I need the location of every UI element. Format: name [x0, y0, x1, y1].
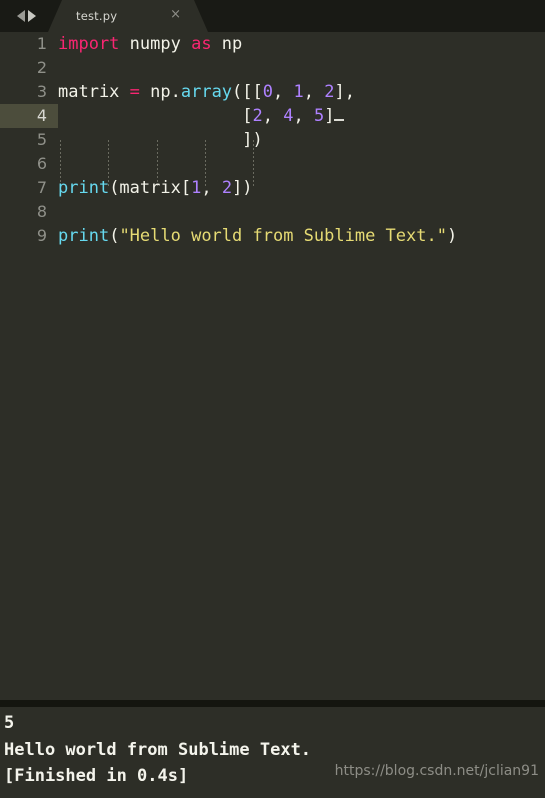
tab-bar: test.py ×: [0, 0, 545, 32]
code-line-1[interactable]: 1 import numpy as np: [0, 32, 545, 56]
line-content: ]): [58, 130, 263, 150]
line-content: import numpy as np: [58, 34, 243, 54]
line-content: matrix = np.array([[0, 1, 2],: [58, 82, 355, 102]
line-number: 6: [36, 154, 47, 173]
code-line-8[interactable]: 8: [0, 200, 545, 224]
line-number: 8: [36, 202, 47, 221]
code-line-5[interactable]: 5 ]): [0, 128, 545, 152]
code-line-2[interactable]: 2: [0, 56, 545, 80]
code-lines[interactable]: 1 import numpy as np 2 3 matrix = np.arr…: [0, 32, 545, 248]
code-line-6[interactable]: 6: [0, 152, 545, 176]
code-line-7[interactable]: 7 print(matrix[1, 2]): [0, 176, 545, 200]
code-line-3[interactable]: 3 matrix = np.array([[0, 1, 2],: [0, 80, 545, 104]
text-cursor: [334, 104, 345, 121]
close-icon[interactable]: ×: [170, 8, 181, 22]
code-line-9[interactable]: 9 print("Hello world from Sublime Text."…: [0, 224, 545, 248]
tab-test-py[interactable]: test.py ×: [48, 0, 208, 32]
panel-separator[interactable]: [0, 700, 545, 707]
line-number: 4: [0, 104, 58, 128]
code-line-4[interactable]: 4 [2, 4, 5]: [0, 104, 545, 128]
line-number: 1: [36, 34, 47, 53]
tab-label: test.py: [76, 9, 118, 23]
code-editor[interactable]: 1 import numpy as np 2 3 matrix = np.arr…: [0, 32, 545, 700]
line-content: print("Hello world from Sublime Text."): [58, 226, 458, 246]
arrow-left-icon[interactable]: [16, 10, 25, 22]
line-number: 3: [36, 82, 47, 101]
line-number: 7: [36, 178, 47, 197]
build-output-panel[interactable]: 5 Hello world from Sublime Text. [Finish…: [0, 707, 545, 798]
sublime-text-window: test.py × 1 import numpy as np 2 3 matri: [0, 0, 545, 798]
output-line: 5: [4, 713, 15, 733]
line-content: [2, 4, 5]: [58, 104, 345, 128]
arrow-right-icon[interactable]: [27, 10, 36, 22]
tab-navigation-arrows[interactable]: [6, 0, 46, 32]
watermark: https://blog.csdn.net/jclian91: [334, 763, 539, 779]
output-line: Hello world from Sublime Text.: [4, 740, 312, 760]
line-content: print(matrix[1, 2]): [58, 178, 253, 198]
line-number: 9: [36, 226, 47, 245]
line-number: 5: [36, 130, 47, 149]
line-number: 2: [36, 58, 47, 77]
